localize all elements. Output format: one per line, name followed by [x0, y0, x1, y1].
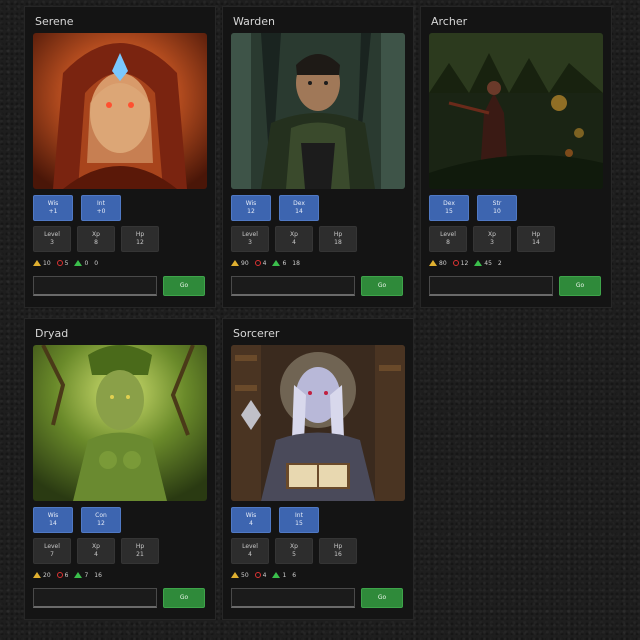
- stat-button[interactable]: Int +0: [81, 195, 121, 221]
- go-button[interactable]: Go: [163, 588, 205, 608]
- stat-button[interactable]: Int 15: [279, 507, 319, 533]
- command-input[interactable]: [429, 276, 553, 296]
- info-xp: Xp 4: [275, 226, 313, 252]
- health-icon: [254, 572, 261, 578]
- resource-row: 10 5 0 0: [33, 258, 207, 268]
- character-name: Dryad: [35, 327, 69, 340]
- resource-row: 20 6 7 16: [33, 570, 207, 580]
- forest-archer-portrait-icon[interactable]: [429, 33, 603, 189]
- sorcerer-portrait-icon[interactable]: [231, 345, 405, 501]
- info-hp: Hp 21: [121, 538, 159, 564]
- resource-row: 50 4 1 6: [231, 570, 405, 580]
- stat-button[interactable]: Str 10: [477, 195, 517, 221]
- stat-button[interactable]: Wis 4: [231, 507, 271, 533]
- info-xp: Xp 3: [473, 226, 511, 252]
- dryad-portrait-icon[interactable]: [33, 345, 207, 501]
- command-input[interactable]: [231, 276, 355, 296]
- info-hp: Hp 18: [319, 226, 357, 252]
- character-card: Serene Wis +1 Int +0 Level 3 Xp 8 Hp 12 10 5 …: [24, 6, 216, 308]
- resource-row: 90 4 6 18: [231, 258, 405, 268]
- stat-button[interactable]: Wis 14: [33, 507, 73, 533]
- character-name: Serene: [35, 15, 74, 28]
- character-card: Warden Wis 12 Dex 14 Level 3 Xp 4 Hp 18 90 4 …: [222, 6, 414, 308]
- health-icon: [56, 572, 63, 578]
- nature-icon: [74, 572, 83, 578]
- nature-icon: [272, 572, 281, 578]
- nature-icon: [474, 260, 483, 266]
- go-button[interactable]: Go: [361, 276, 403, 296]
- hooded-elf-portrait-icon[interactable]: [33, 33, 207, 189]
- command-input[interactable]: [33, 276, 157, 296]
- stat-button[interactable]: Wis +1: [33, 195, 73, 221]
- gold-icon: [33, 572, 41, 578]
- health-icon: [56, 260, 63, 266]
- stat-button[interactable]: Dex 15: [429, 195, 469, 221]
- elf-warden-portrait-icon[interactable]: [231, 33, 405, 189]
- command-input[interactable]: [231, 588, 355, 608]
- info-level: Level 7: [33, 538, 71, 564]
- info-level: Level 3: [33, 226, 71, 252]
- go-button[interactable]: Go: [559, 276, 601, 296]
- health-icon: [452, 260, 459, 266]
- character-card: Sorcerer Wis 4 Int 15 Level 4 Xp 5 Hp 16 50 4…: [222, 318, 414, 620]
- info-level: Level 3: [231, 226, 269, 252]
- nature-icon: [74, 260, 83, 266]
- character-name: Sorcerer: [233, 327, 280, 340]
- info-hp: Hp 14: [517, 226, 555, 252]
- info-xp: Xp 5: [275, 538, 313, 564]
- info-xp: Xp 8: [77, 226, 115, 252]
- character-name: Warden: [233, 15, 275, 28]
- gold-icon: [231, 260, 239, 266]
- info-level: Level 8: [429, 226, 467, 252]
- character-name: Archer: [431, 15, 468, 28]
- resource-row: 80 12 45 2: [429, 258, 603, 268]
- character-card: Archer Dex 15 Str 10 Level 8 Xp 3 Hp 14 80 12…: [420, 6, 612, 308]
- stat-button[interactable]: Dex 14: [279, 195, 319, 221]
- info-level: Level 4: [231, 538, 269, 564]
- health-icon: [254, 260, 261, 266]
- info-hp: Hp 12: [121, 226, 159, 252]
- go-button[interactable]: Go: [361, 588, 403, 608]
- command-input[interactable]: [33, 588, 157, 608]
- info-xp: Xp 4: [77, 538, 115, 564]
- stat-button[interactable]: Con 12: [81, 507, 121, 533]
- gold-icon: [231, 572, 239, 578]
- nature-icon: [272, 260, 281, 266]
- info-hp: Hp 16: [319, 538, 357, 564]
- character-card: Dryad Wis 14 Con 12 Level 7 Xp 4 Hp 21 20 6 7…: [24, 318, 216, 620]
- stat-button[interactable]: Wis 12: [231, 195, 271, 221]
- gold-icon: [33, 260, 41, 266]
- gold-icon: [429, 260, 437, 266]
- go-button[interactable]: Go: [163, 276, 205, 296]
